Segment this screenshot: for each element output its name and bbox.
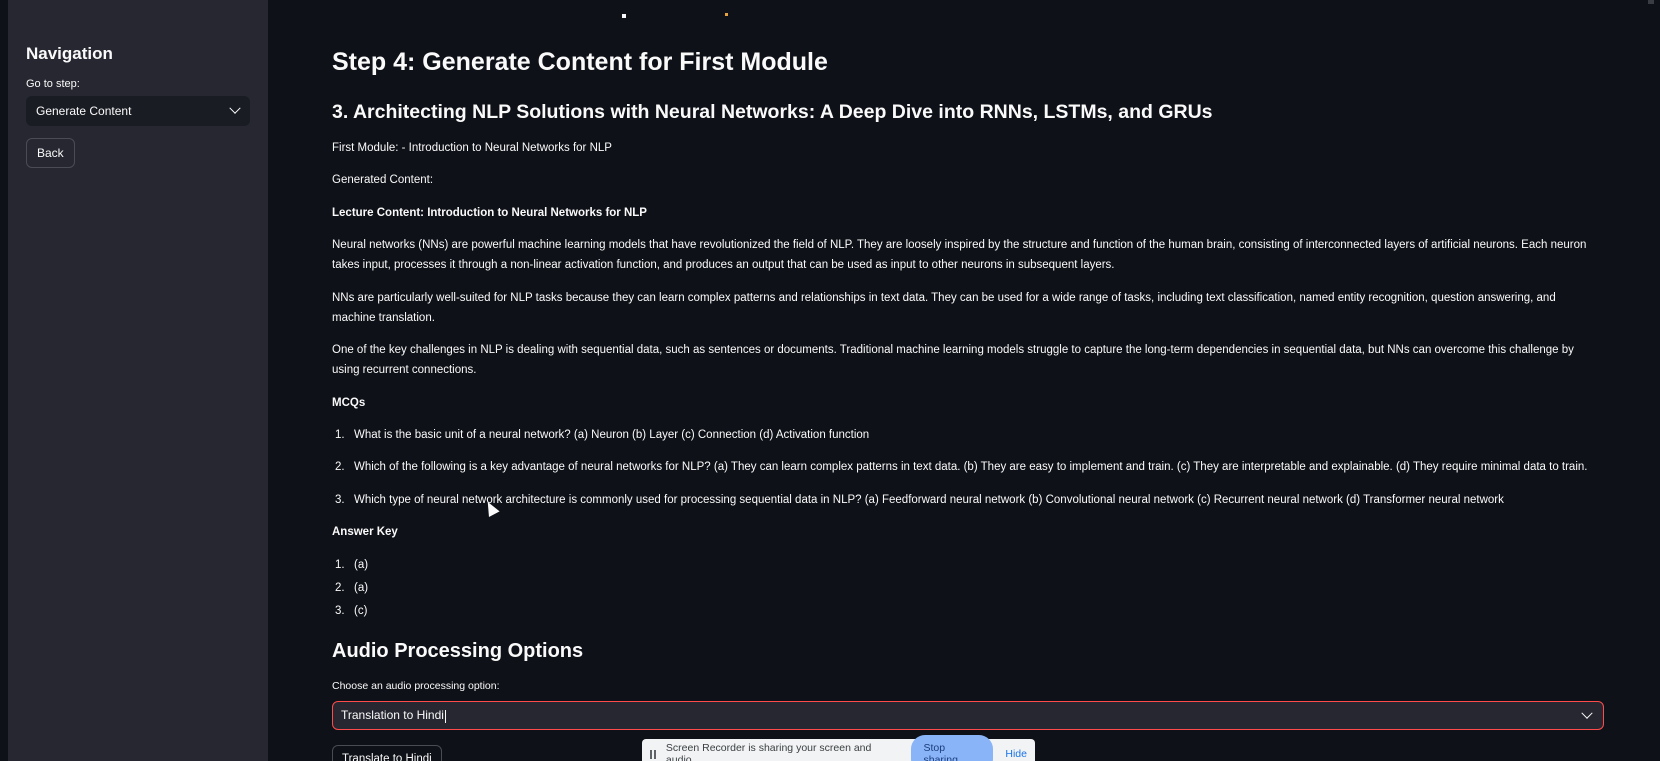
- answer-key-heading: Answer Key: [332, 526, 398, 538]
- pause-icon: [650, 749, 656, 759]
- step-select-label: Go to step:: [26, 78, 80, 90]
- text-caret: [444, 709, 446, 723]
- audio-option-select[interactable]: Translation to Hindi: [332, 701, 1604, 730]
- step-select[interactable]: Generate Content: [26, 96, 250, 126]
- lecture-heading: Lecture Content: Introduction to Neural …: [332, 207, 647, 219]
- course-title: 3. Architecting NLP Solutions with Neura…: [332, 101, 1213, 123]
- translate-button[interactable]: Translate to Hindi: [332, 745, 442, 761]
- window-edge: [0, 0, 8, 761]
- toolbar-corner: [1648, 0, 1654, 4]
- audio-options-heading: Audio Processing Options: [332, 640, 584, 662]
- screen-share-message: Screen Recorder is sharing your screen a…: [665, 742, 872, 761]
- chevron-down-icon: [1581, 707, 1593, 719]
- sidebar-title: Navigation: [26, 44, 113, 63]
- generated-content-label: Generated Content:: [332, 174, 434, 186]
- audio-option-label: Choose an audio processing option:: [332, 680, 500, 692]
- status-dot-icon: [622, 14, 626, 18]
- screen-share-bar: Screen Recorder is sharing your screen a…: [642, 735, 1035, 761]
- page-title: Step 4: Generate Content for First Modul…: [332, 48, 828, 76]
- answer-item: 1. (a): [335, 559, 369, 571]
- answer-item: 3. (c): [335, 605, 368, 617]
- mcq-item: 2. Which of the following is a key advant…: [335, 461, 1588, 473]
- lecture-paragraph-1: Neural networks (NNs) are powerful machi…: [332, 239, 1587, 271]
- mcq-item: 3. Which type of neural network architect…: [335, 494, 1504, 506]
- hide-link[interactable]: Hide: [1005, 748, 1027, 760]
- main-content: Step 4: Generate Content for First Modul…: [332, 0, 1612, 761]
- back-button[interactable]: Back: [26, 138, 75, 168]
- lecture-paragraph-3: One of the key challenges in NLP is deal…: [332, 344, 1574, 376]
- step-select-value: Generate Content: [36, 104, 132, 118]
- mcq-item: 1. What is the basic unit of a neural net…: [335, 429, 870, 441]
- stop-sharing-button[interactable]: Stop sharing: [910, 735, 994, 761]
- lecture-paragraph-2: NNs are particularly well-suited for NLP…: [332, 292, 1556, 324]
- sidebar: Navigation Go to step: Generate Content …: [8, 0, 268, 761]
- chevron-down-icon: [229, 102, 241, 114]
- status-dot-icon: [725, 13, 728, 16]
- first-module-text: First Module: - Introduction to Neural N…: [332, 142, 612, 154]
- mcq-heading: MCQs: [332, 397, 366, 409]
- answer-item: 2. (a): [335, 582, 369, 594]
- audio-option-value: Translation to Hindi: [341, 708, 446, 723]
